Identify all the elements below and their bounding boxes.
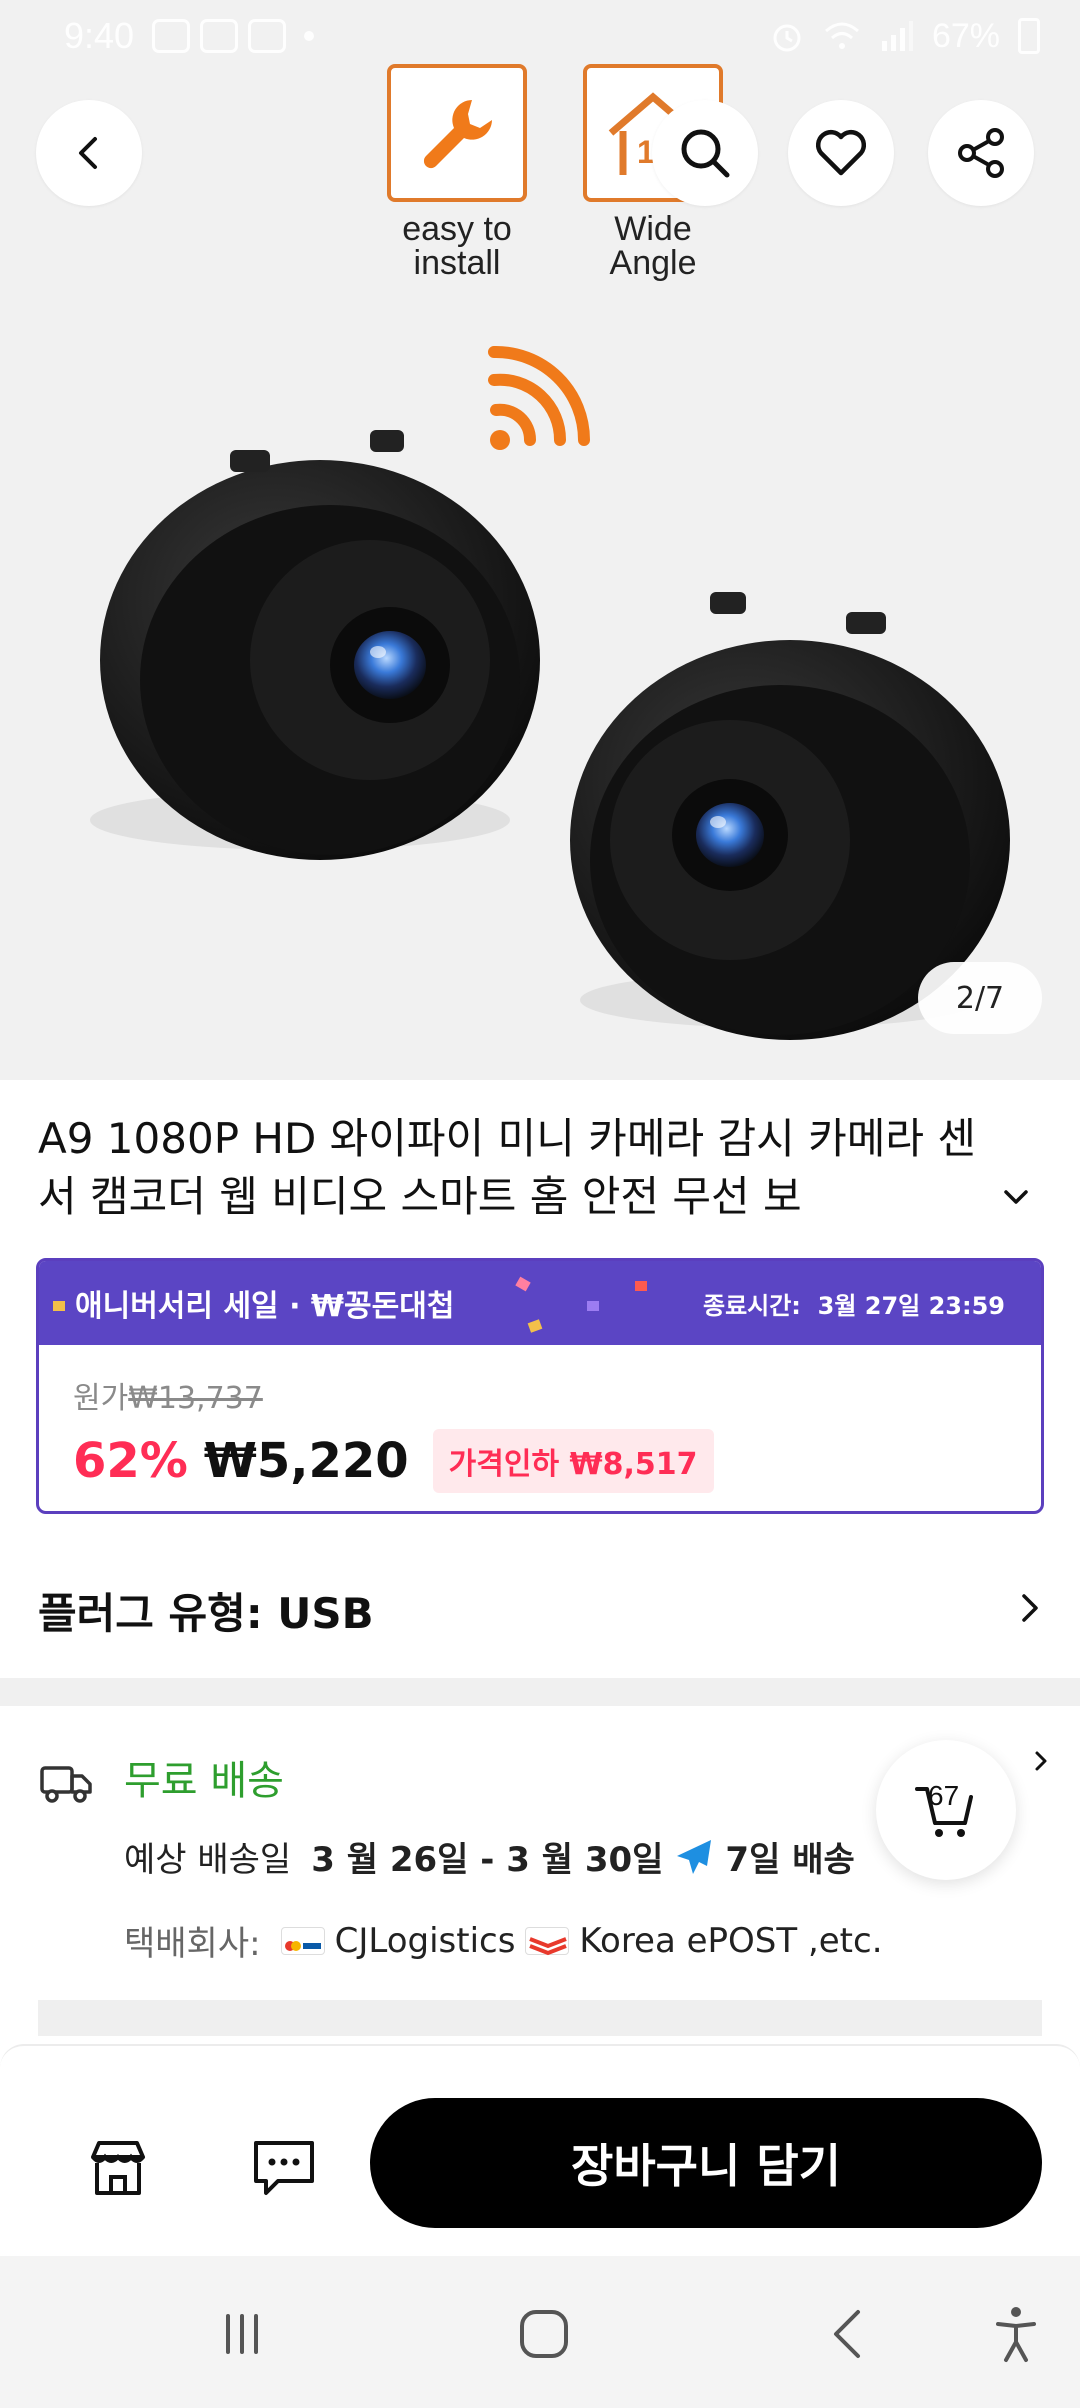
airplane-icon: [677, 1839, 712, 1874]
chat-icon: [254, 2141, 314, 2195]
option-plug-type[interactable]: 플러그 유형: USB: [38, 1580, 1048, 1640]
wrench-icon: [387, 64, 527, 202]
home-icon: [520, 2310, 568, 2358]
courier-info: 택배회사: CJLogistics Korea ePOST ,etc.: [124, 1916, 883, 1965]
feature-easy-install: easy to install: [382, 64, 532, 280]
battery-percent: 67%: [931, 16, 1000, 55]
eta-dates: 3 월 26일 - 3 월 30일: [311, 1840, 664, 1880]
chevron-right-icon: [1012, 1590, 1048, 1630]
share-icon: [958, 128, 1004, 178]
notification-icon: [200, 19, 239, 53]
status-bar: 9:40 67%: [0, 0, 1080, 72]
feature-label: install: [413, 244, 501, 282]
battery-icon: [1018, 18, 1040, 54]
notification-icon: [152, 19, 191, 53]
bottom-action-bar: 장바구니 담기: [0, 2044, 1080, 2256]
alarm-icon: [773, 24, 801, 52]
section-divider: [0, 1678, 1080, 1706]
image-counter: 2/7: [918, 962, 1042, 1034]
chevron-down-icon: [1004, 1190, 1028, 1204]
back-arrow-icon: [834, 2310, 860, 2358]
store-icon: [91, 2141, 145, 2195]
more-notifications-icon: [304, 31, 315, 41]
epost-logo-icon: [525, 1926, 570, 1955]
section-divider: [38, 2000, 1042, 2036]
product-title: A9 1080P HD 와이파이 미니 카메라 감시 카메라 센서 캠코더 웹 …: [38, 1114, 976, 1221]
price-line: 62% ₩5,220 가격인하 ₩8,517: [73, 1429, 714, 1493]
status-time: 9:40: [64, 15, 135, 56]
price-drop-badge: 가격인하 ₩8,517: [432, 1429, 714, 1493]
chat-button[interactable]: [244, 2128, 324, 2208]
cart-count: 67: [928, 1780, 960, 1811]
recent-apps-icon: [226, 2314, 258, 2354]
sale-end-time: 종료시간: 3월 27일 23:59: [703, 1286, 1005, 1321]
signal-icon: [881, 21, 913, 51]
sale-name: 애니버서리 세일 · ₩꽁돈대첩: [75, 1289, 455, 1324]
cart-floating-button[interactable]: 67: [876, 1740, 1016, 1880]
accessibility-icon: [996, 2307, 1036, 2362]
original-price-label: 원가: [73, 1381, 129, 1416]
notification-icons: [152, 19, 315, 53]
feature-label: easy to: [402, 210, 512, 248]
eta-days: 7일 배송: [725, 1840, 855, 1880]
sale-end-value: 3월 27일 23:59: [817, 1291, 1005, 1320]
notification-icon: [248, 19, 287, 53]
add-to-cart-button[interactable]: 장바구니 담기: [370, 2098, 1042, 2228]
heart-icon: [815, 129, 867, 176]
cj-logo-icon: [280, 1926, 325, 1955]
original-price-value: ₩13,737: [128, 1381, 263, 1416]
wifi-icon: [824, 22, 859, 49]
discount-percent: 62%: [73, 1433, 188, 1489]
sale-end-label: 종료시간:: [702, 1291, 801, 1320]
sale-price-box: 애니버서리 세일 · ₩꽁돈대첩 종료시간: 3월 27일 23:59 원가₩1…: [36, 1258, 1044, 1514]
sale-banner: 애니버서리 세일 · ₩꽁돈대첩 종료시간: 3월 27일 23:59: [39, 1261, 1041, 1345]
store-button[interactable]: [78, 2128, 158, 2208]
eta-label: 예상 배송일: [124, 1840, 292, 1880]
system-navigation-bar: [0, 2256, 1080, 2408]
recent-apps-button[interactable]: [212, 2304, 272, 2364]
back-icon: [79, 137, 97, 169]
share-button[interactable]: [928, 100, 1034, 206]
courier-label: 택배회사:: [124, 1924, 261, 1964]
system-back-button[interactable]: [818, 2304, 878, 2364]
wifi-waves-graphic: [488, 345, 590, 450]
expand-title-button[interactable]: [998, 1180, 1034, 1220]
courier-cj: CJLogistics: [334, 1920, 516, 1961]
search-icon: [681, 129, 730, 178]
product-image-gallery[interactable]: 9:40 67% easy to install 150 Wide Angle: [0, 0, 1080, 1080]
search-button[interactable]: [652, 100, 758, 206]
chevron-right-icon: [1028, 1748, 1054, 1778]
camera-product-image: [90, 345, 1010, 1040]
sale-price: ₩5,220: [203, 1433, 409, 1489]
home-button[interactable]: [514, 2304, 574, 2364]
truck-icon: [38, 1758, 94, 1810]
feature-label: Wide: [614, 210, 692, 248]
free-shipping-label: 무료 배송: [124, 1758, 284, 1804]
back-button[interactable]: [36, 100, 142, 206]
delivery-estimate: 예상 배송일 3 월 26일 - 3 월 30일 7일 배송: [124, 1832, 855, 1881]
original-price: 원가₩13,737: [73, 1373, 263, 1417]
system-icons: 67%: [770, 17, 1040, 56]
wishlist-button[interactable]: [788, 100, 894, 206]
accessibility-button[interactable]: [986, 2304, 1046, 2364]
plug-type-label: 플러그 유형: USB: [38, 1588, 374, 1638]
courier-epost: Korea ePOST ,etc.: [579, 1920, 883, 1961]
feature-label: Angle: [609, 244, 697, 282]
